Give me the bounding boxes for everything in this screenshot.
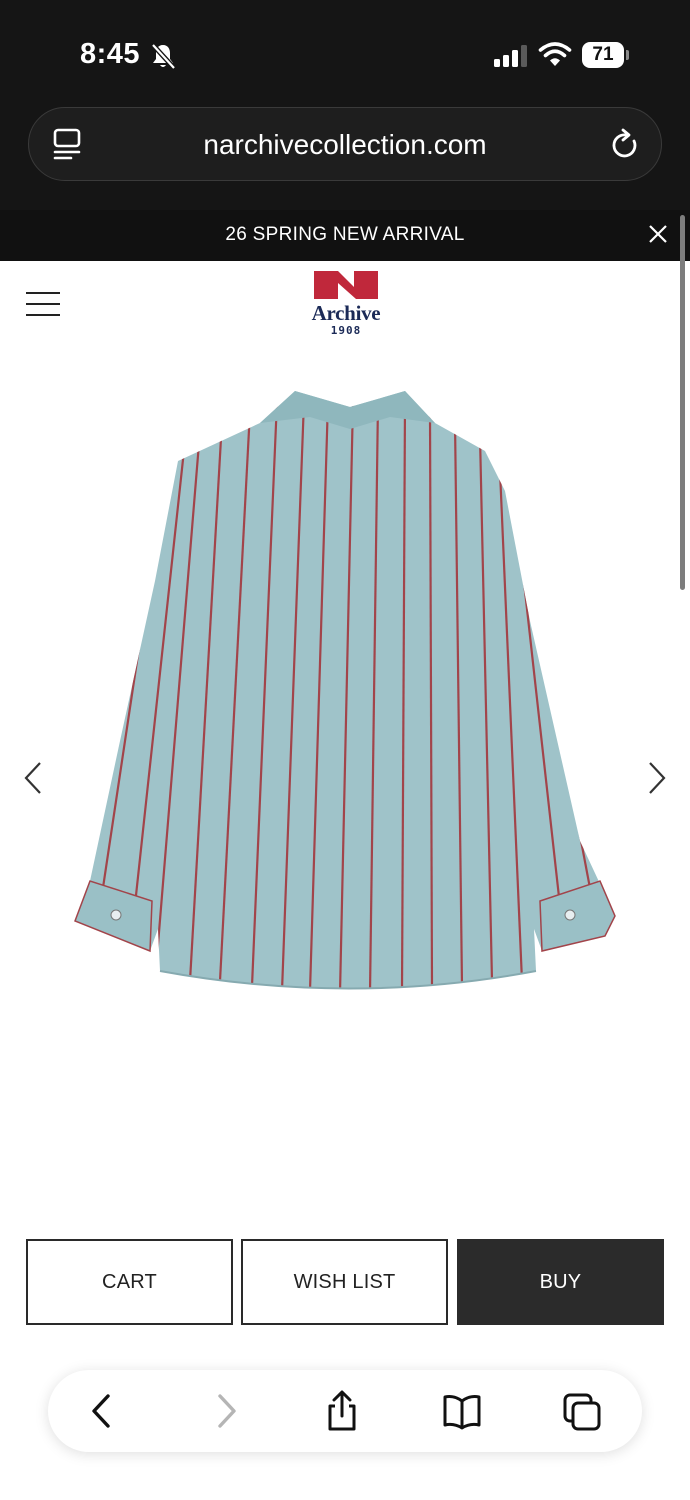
forward-icon[interactable]: [206, 1390, 246, 1432]
scroll-indicator[interactable]: [680, 215, 685, 590]
tabs-icon[interactable]: [562, 1390, 602, 1432]
wifi-icon: [538, 42, 572, 66]
address-bar[interactable]: narchivecollection.com: [28, 107, 662, 181]
bell-off-icon: [151, 43, 176, 70]
share-icon[interactable]: [322, 1390, 362, 1432]
hamburger-menu-icon[interactable]: [26, 291, 60, 317]
url-text[interactable]: narchivecollection.com: [89, 129, 601, 161]
browser-top-bar: narchivecollection.com: [0, 100, 690, 210]
chevron-right-icon[interactable]: [644, 761, 670, 795]
status-bar: 8:45 71: [0, 0, 690, 100]
logo-year: 1908: [330, 324, 362, 337]
announcement-bar: 26 SPRING NEW ARRIVAL: [0, 210, 690, 261]
battery-level: 71: [582, 42, 624, 68]
logo-mark-icon: [314, 271, 378, 299]
product-image[interactable]: [60, 381, 630, 1031]
status-time: 8:45: [80, 38, 141, 70]
chevron-left-icon[interactable]: [20, 761, 46, 795]
signal-icon: [494, 45, 527, 67]
back-icon[interactable]: [82, 1390, 122, 1432]
logo-wordmark: Archive: [311, 301, 381, 325]
wishlist-button[interactable]: WISH LIST: [241, 1239, 448, 1325]
reload-icon[interactable]: [609, 127, 641, 161]
cart-button[interactable]: CART: [26, 1239, 233, 1325]
battery-icon: 71: [582, 42, 630, 70]
announcement-text[interactable]: 26 SPRING NEW ARRIVAL: [0, 224, 690, 246]
reader-icon[interactable]: [53, 128, 83, 162]
product-gallery: [0, 351, 690, 1211]
bookmarks-icon[interactable]: [442, 1390, 482, 1432]
brand-logo[interactable]: Archive 1908: [310, 271, 382, 339]
buy-button[interactable]: BUY: [457, 1239, 664, 1325]
browser-toolbar: [48, 1370, 642, 1452]
close-icon[interactable]: [646, 222, 670, 246]
site-header: Archive 1908: [0, 261, 690, 351]
